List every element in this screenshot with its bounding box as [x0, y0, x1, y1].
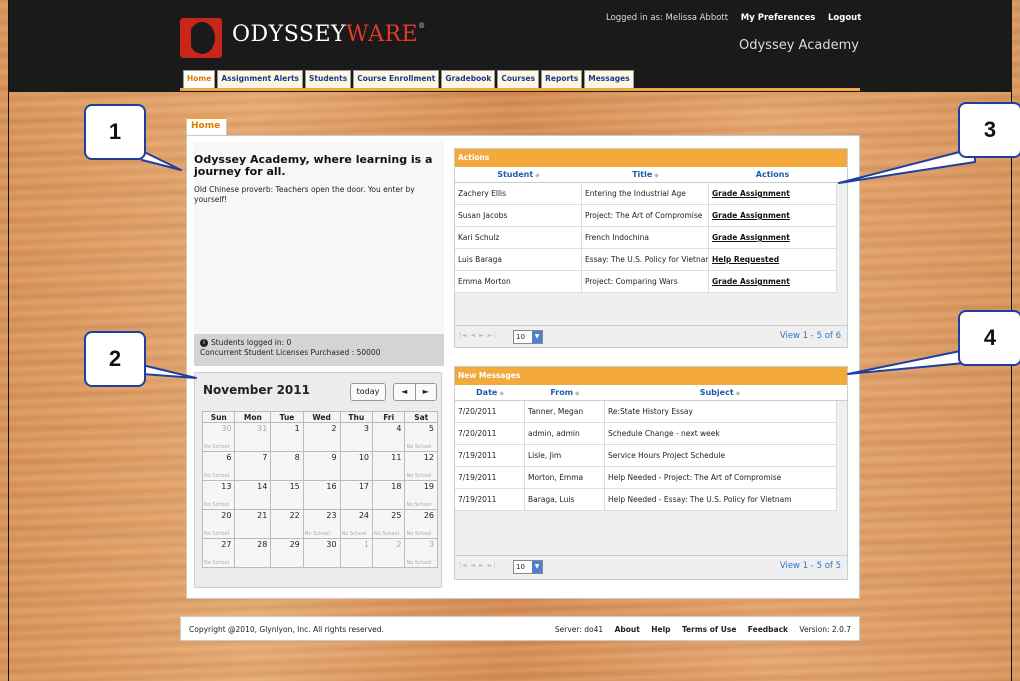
callout-pointers	[137, 147, 976, 379]
callout-4: 4	[958, 310, 1020, 366]
callout-3: 3	[958, 102, 1020, 158]
callout-2: 2	[84, 331, 146, 387]
callout-1: 1	[84, 104, 146, 160]
